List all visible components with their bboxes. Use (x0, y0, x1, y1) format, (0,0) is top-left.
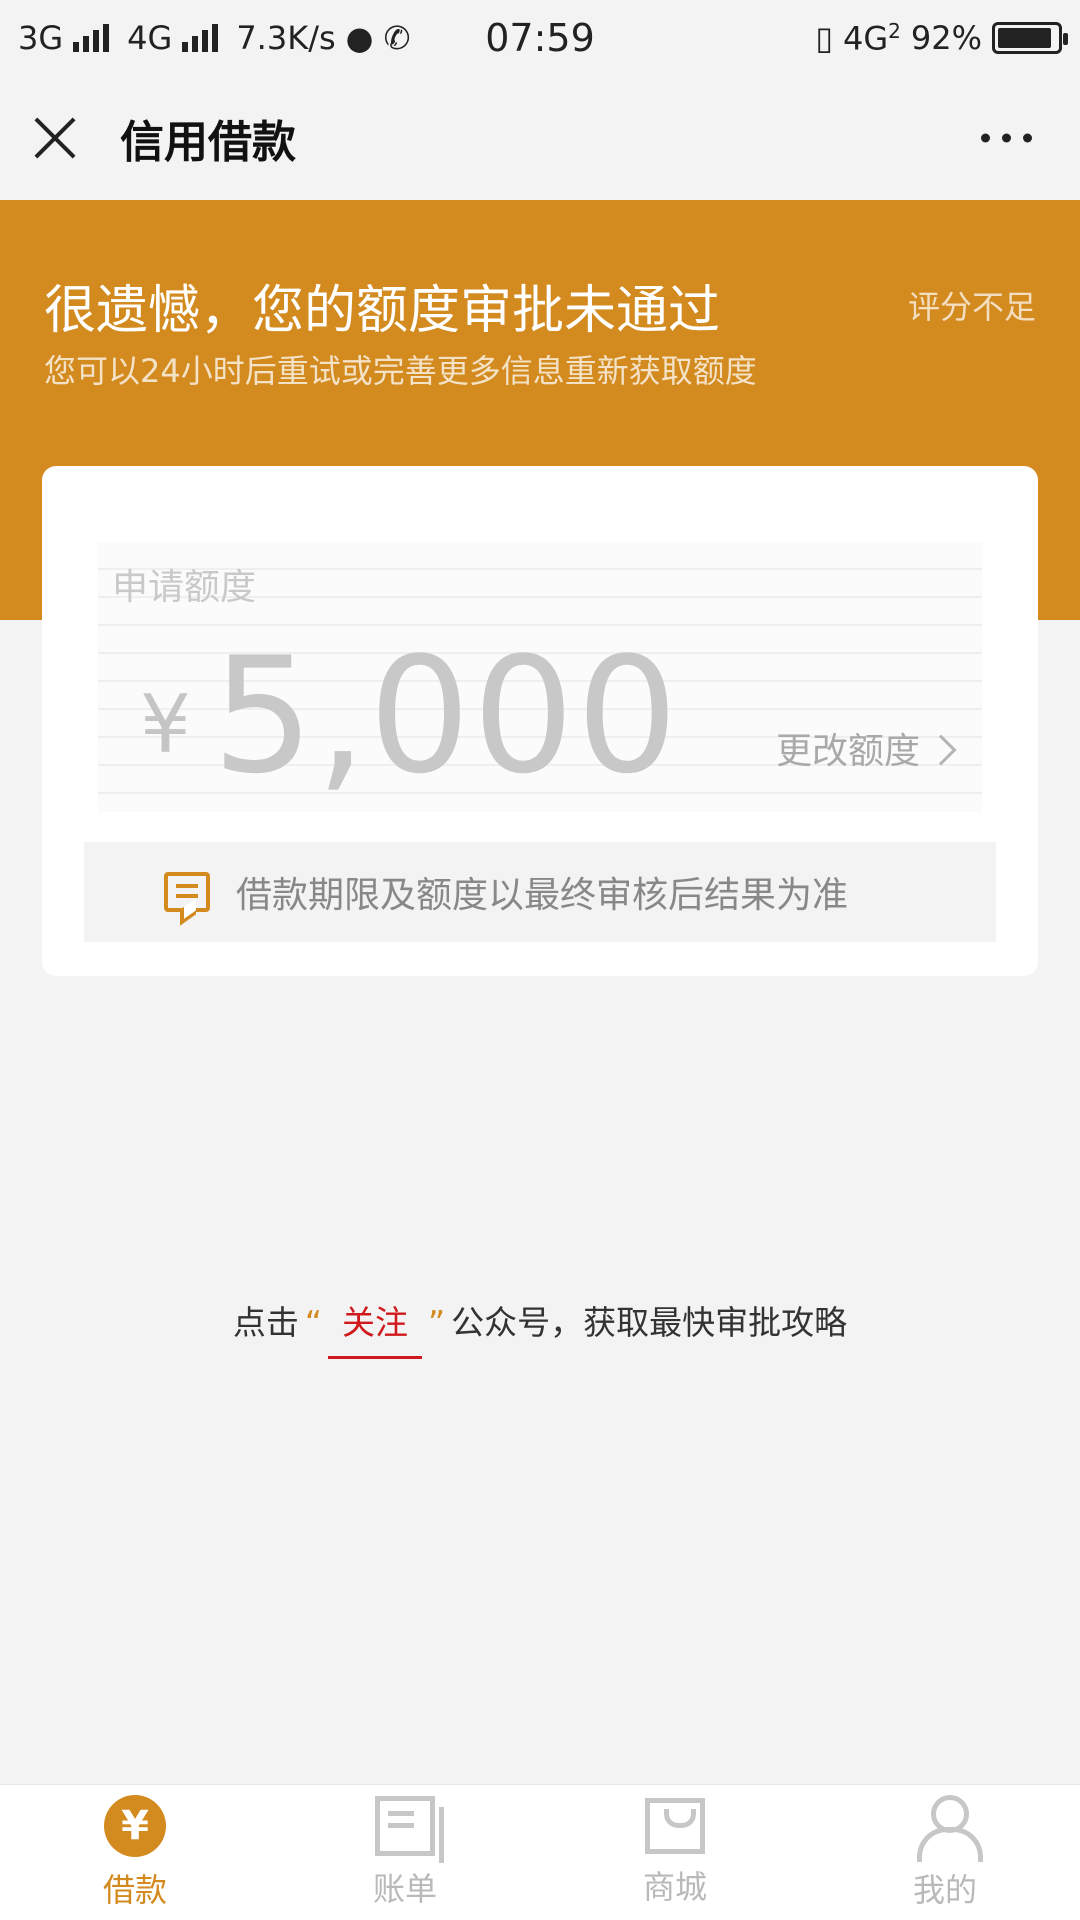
network-speed: 7.3K/s (236, 19, 336, 57)
battery-fill (998, 28, 1052, 48)
battery-icon (992, 22, 1068, 54)
chat-icon: ● (345, 19, 374, 57)
bottom-tab-bar: ¥ 借款 账单 商城 我的 (0, 1784, 1080, 1920)
follow-link[interactable]: 关注 (328, 1296, 422, 1359)
chevron-right-icon (925, 734, 957, 766)
tab-loan[interactable]: ¥ 借款 (0, 1785, 270, 1920)
message-icon (164, 872, 210, 912)
yen-icon: ¥ (104, 1794, 166, 1857)
more-icon[interactable] (981, 133, 1032, 143)
close-icon[interactable] (28, 111, 82, 165)
amount-value: 5,000 (212, 622, 681, 809)
status-right: ▯ 4G2 92% (815, 18, 1068, 58)
bill-icon (375, 1795, 444, 1863)
amount-label: 申请额度 (112, 567, 257, 608)
currency-symbol: ¥ (140, 678, 191, 771)
page-title: 信用借款 (120, 117, 296, 168)
nav-bar: 信用借款 (0, 76, 1080, 200)
quote-open: “ (304, 1303, 322, 1342)
network-type-3: 4G2 (842, 18, 901, 58)
shop-icon (645, 1797, 705, 1854)
follow-hint: 点击 “关注” 公众号，获取最快审批攻略 (0, 1296, 1080, 1359)
user-icon (915, 1794, 983, 1862)
banner-subtitle: 您可以24小时后重试或完善更多信息重新获取额度 (44, 352, 757, 390)
network-type-1: 3G (18, 19, 64, 57)
limit-card: 申请额度 ¥ 5,000 更改额度 借款期限及额度以最终审核后结果为准 (42, 466, 1038, 976)
change-limit-button[interactable]: 更改额度 (775, 722, 957, 774)
tab-label: 账单 (372, 1869, 437, 1908)
quote-close: ” (428, 1303, 446, 1342)
tab-bill[interactable]: 账单 (270, 1785, 540, 1920)
tab-label: 我的 (912, 1870, 977, 1909)
notice-bar: 借款期限及额度以最终审核后结果为准 (84, 842, 996, 942)
tab-label: 借款 (102, 1870, 167, 1909)
sim-badge: 2 (888, 18, 901, 43)
vibrate-icon: ▯ (815, 19, 833, 57)
rejection-reason: 评分不足 (907, 288, 1036, 326)
follow-prefix: 点击 (232, 1303, 299, 1342)
notice-text: 借款期限及额度以最终审核后结果为准 (236, 875, 849, 916)
signal-icon-2 (182, 24, 219, 52)
tab-shop[interactable]: 商城 (540, 1785, 810, 1920)
change-limit-label: 更改额度 (775, 731, 920, 772)
follow-suffix: 公众号，获取最快审批攻略 (451, 1303, 848, 1342)
phone-icon: ✆ (383, 19, 411, 57)
banner-title: 很遗憾，您的额度审批未通过 (44, 281, 721, 341)
network-type-2: 4G (127, 19, 173, 57)
status-bar: 3G 4G 7.3K/s ● ✆ 07:59 ▯ 4G2 92% (0, 0, 1080, 76)
battery-percent: 92% (910, 19, 982, 57)
tab-label: 商城 (642, 1867, 707, 1906)
tab-mine[interactable]: 我的 (810, 1785, 1080, 1920)
status-left: 3G 4G 7.3K/s ● ✆ (18, 19, 410, 57)
signal-icon (73, 24, 110, 52)
